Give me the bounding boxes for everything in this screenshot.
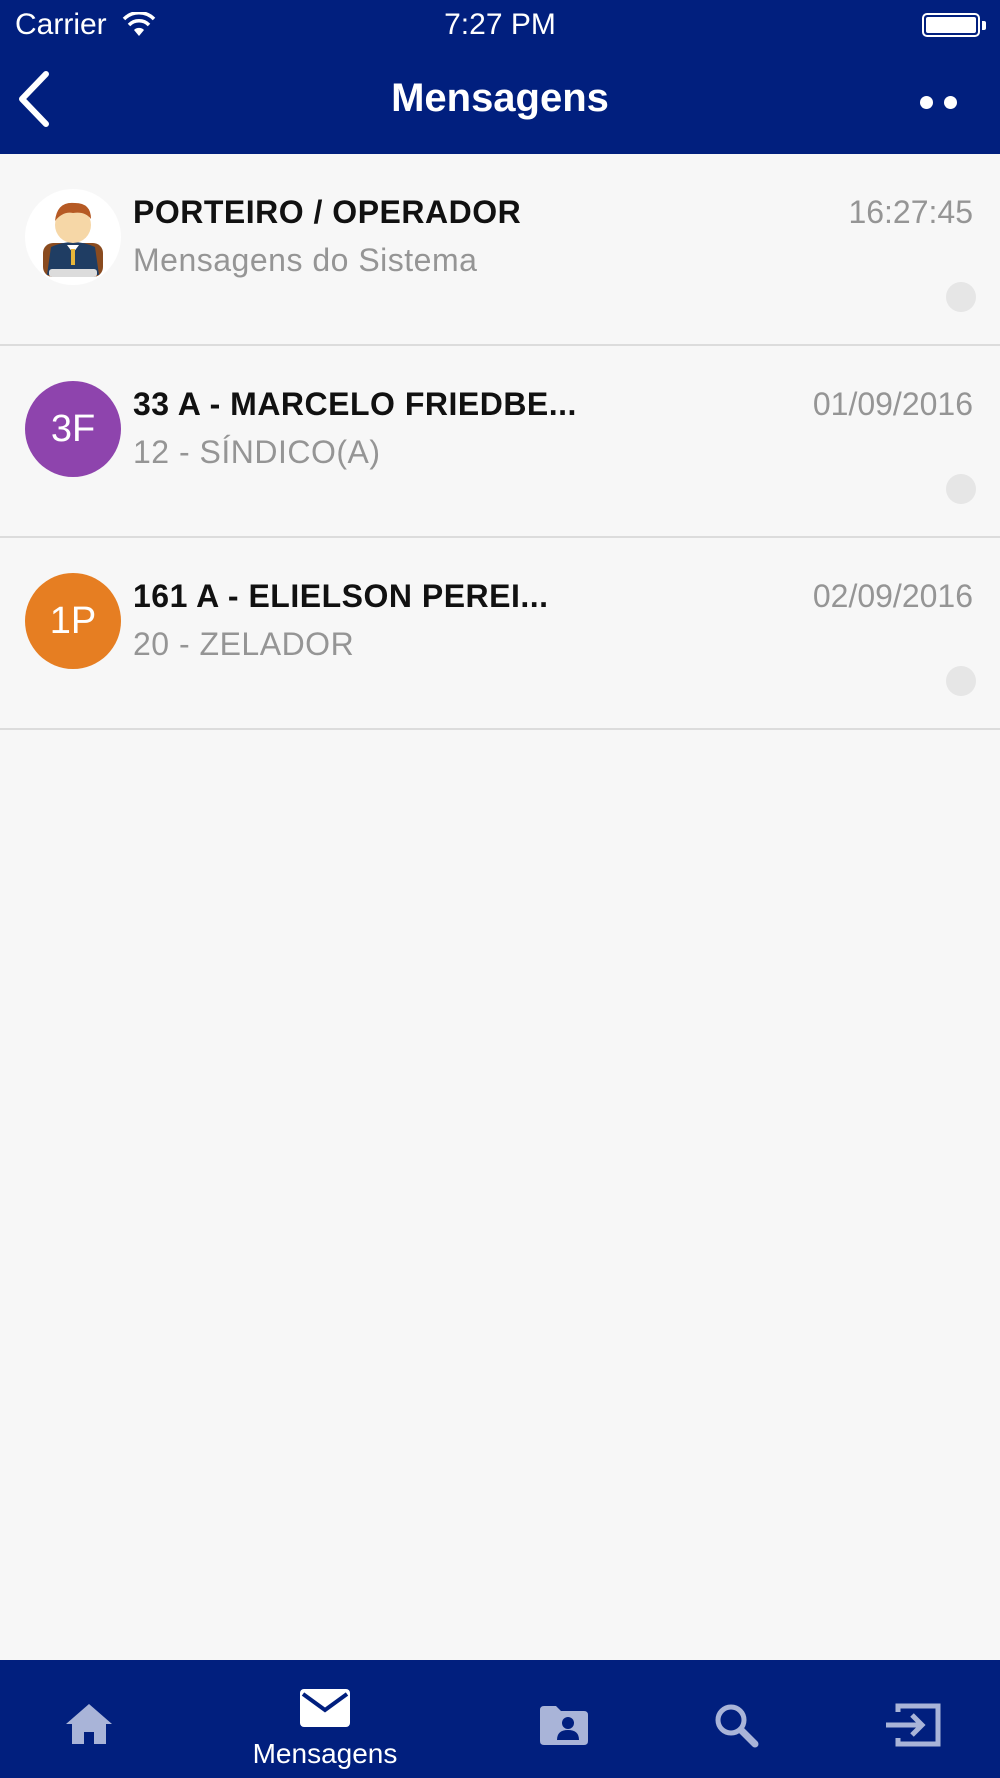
initials-avatar: 1P [25, 573, 121, 669]
operator-avatar-icon [25, 189, 121, 285]
message-list: PORTEIRO / OPERADOR Mensagens do Sistema… [0, 154, 1000, 730]
tab-label: Mensagens [252, 1738, 398, 1769]
tab-search[interactable] [680, 1660, 810, 1778]
page-title: Mensagens [391, 76, 609, 120]
sender-name: 161 A - ELIELSON PEREI... [133, 578, 549, 614]
app-header: Carrier 7:27 PM Mensagens [0, 0, 1000, 154]
message-row[interactable]: 3F 33 A - MARCELO FRIEDBE... 12 - SÍNDIC… [0, 346, 1000, 538]
sender-role: 20 - ZELADOR [133, 626, 355, 662]
tab-bar: Mensagens [0, 1660, 1000, 1778]
more-options-button[interactable] [920, 96, 960, 112]
initials-avatar: 3F [25, 381, 121, 477]
tab-contacts[interactable] [500, 1660, 630, 1778]
message-row[interactable]: PORTEIRO / OPERADOR Mensagens do Sistema… [0, 154, 1000, 346]
logout-icon [886, 1703, 941, 1747]
search-icon [715, 1704, 759, 1748]
battery-tip [982, 21, 986, 30]
battery-icon [922, 13, 980, 37]
message-time: 02/09/2016 [812, 578, 973, 614]
read-indicator [946, 282, 976, 312]
mail-icon [300, 1689, 350, 1727]
sender-role: 12 - SÍNDICO(A) [133, 434, 381, 470]
message-time: 01/09/2016 [812, 386, 973, 422]
home-icon [66, 1704, 112, 1744]
read-indicator [946, 474, 976, 504]
tab-mensagens[interactable]: Mensagens [235, 1660, 415, 1778]
sender-name: PORTEIRO / OPERADOR [133, 194, 522, 230]
sender-role: Mensagens do Sistema [133, 242, 478, 278]
tab-logout[interactable] [860, 1660, 1000, 1778]
sender-name: 33 A - MARCELO FRIEDBE... [133, 386, 577, 422]
message-row[interactable]: 1P 161 A - ELIELSON PEREI... 20 - ZELADO… [0, 538, 1000, 730]
read-indicator [946, 666, 976, 696]
message-time: 16:27:45 [848, 194, 973, 230]
tab-home[interactable] [0, 1660, 180, 1778]
contact-folder-icon [540, 1706, 588, 1745]
status-bar: Carrier 7:27 PM [0, 0, 1000, 50]
clock: 7:27 PM [444, 8, 556, 41]
